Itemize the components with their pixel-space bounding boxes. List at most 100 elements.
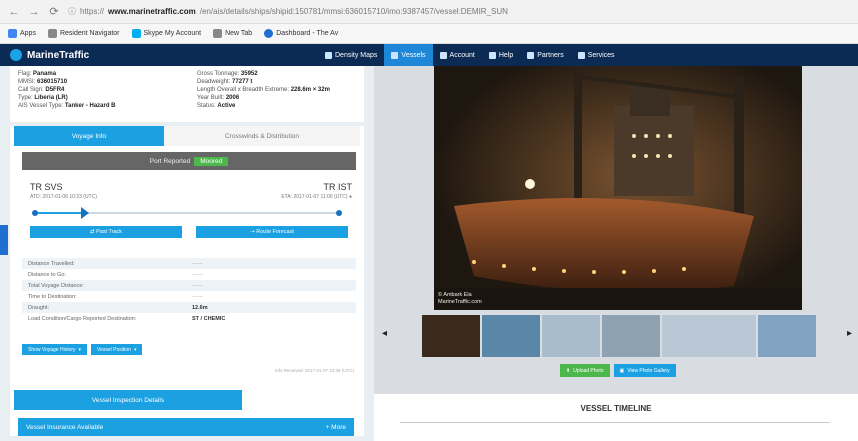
- info-key: AIS Vessel Type:: [18, 103, 64, 109]
- info-value: 2006: [225, 95, 240, 101]
- nav-label: Services: [587, 51, 615, 59]
- partners-icon: [527, 51, 535, 59]
- bookmark-dashboard[interactable]: Dashboard - The Av: [264, 29, 338, 38]
- chevron-down-icon: ▾: [78, 346, 82, 353]
- route-forecast-button[interactable]: ⇢ Route Forecast: [196, 226, 348, 238]
- row-value: ------: [192, 260, 203, 267]
- port-status-bar: Port Reported Moored: [22, 152, 356, 170]
- voyage-details-table: Distance Travelled: ------ Distance to Go…: [22, 258, 356, 324]
- url-prefix: https://: [80, 7, 105, 16]
- info-value: D5FR4: [45, 87, 65, 93]
- insurance-banner[interactable]: Vessel Insurance Available + More: [18, 418, 354, 436]
- logo[interactable]: MarineTraffic: [0, 49, 89, 61]
- photo-thumbnail[interactable]: [482, 315, 540, 357]
- next-photo-icon[interactable]: ▸: [847, 328, 852, 339]
- destination-dot: [336, 210, 342, 216]
- departure-port[interactable]: TR SVS: [30, 182, 63, 192]
- timeline-title: VESSEL TIMELINE: [580, 404, 652, 413]
- nav-services[interactable]: Services: [571, 44, 622, 66]
- inspection-details-banner[interactable]: Vessel Inspection Details: [14, 390, 242, 410]
- particulars-right: Gross Tonnage: 35952 Deadweight: 77277 t…: [197, 70, 356, 118]
- table-row: Total Voyage Distance: ------: [22, 280, 356, 291]
- prev-photo-icon[interactable]: ◂: [382, 328, 387, 339]
- back-icon[interactable]: ←: [8, 6, 20, 18]
- photo-thumbnail[interactable]: [662, 315, 756, 357]
- logo-text: MarineTraffic: [27, 49, 90, 61]
- tab-crosswinds[interactable]: Crosswinds & Distribution: [164, 126, 360, 146]
- bookmarks-bar: Apps Resident Navigator Skype My Account…: [0, 24, 858, 44]
- nav-density-maps[interactable]: Density Maps: [318, 44, 384, 66]
- nav-label: Help: [498, 51, 514, 59]
- table-row: Draught: 12.6m: [22, 302, 356, 313]
- services-icon: [577, 51, 585, 59]
- origin-dot: [32, 210, 38, 216]
- vessel-position-button[interactable]: Vessel Position ▾: [91, 344, 143, 355]
- photo-actions: ⬆ Upload Photo ▣ View Photo Gallery: [560, 364, 676, 377]
- table-row: Load Condition/Cargo Reported Destinatio…: [22, 313, 356, 324]
- more-link[interactable]: + More: [326, 424, 346, 431]
- row-key: Total Voyage Distance:: [28, 282, 84, 289]
- info-key: Type:: [18, 95, 33, 101]
- voyage-history-button[interactable]: Show Voyage History ▾: [22, 344, 88, 355]
- chevron-down-icon: ▾: [133, 346, 137, 353]
- url-path: /en/ais/details/ships/shipid:150781/mmsi…: [199, 7, 508, 16]
- row-key: Load Condition/Cargo Reported Destinatio…: [28, 315, 137, 322]
- address-bar: ← → ⟳ ⓘ https://www.marinetraffic.com/en…: [0, 0, 858, 24]
- row-key: Distance to Go:: [28, 271, 66, 278]
- past-track-button[interactable]: ⇄ Past Track: [30, 226, 182, 238]
- info-row: Length Overall x Breadth Extreme: 228.6m…: [197, 86, 356, 94]
- side-accent: [0, 225, 8, 255]
- photo-thumbnail[interactable]: [602, 315, 660, 357]
- url-field[interactable]: ⓘ https://www.marinetraffic.com/en/ais/d…: [68, 4, 628, 20]
- photo-thumbnail[interactable]: [542, 315, 600, 357]
- info-row: Call Sign: D5FR4: [18, 86, 177, 94]
- table-row: Distance to Go: ------: [22, 269, 356, 280]
- info-value: Tanker - Hazard B: [64, 103, 116, 109]
- nav-label: Density Maps: [335, 51, 378, 59]
- nav-vessels[interactable]: Vessels: [384, 44, 433, 66]
- row-key: Draught:: [28, 304, 50, 311]
- bookmark-resident-navigator[interactable]: Resident Navigator: [47, 29, 120, 38]
- button-label: Upload Photo: [573, 367, 604, 374]
- info-row: Deadweight: 77277 t: [197, 78, 356, 86]
- tab-voyage-info[interactable]: Voyage Info: [14, 126, 164, 146]
- photo-panel: © Ambark Ela MarineTraffic.com ◂ ▸ ⬆ Uplo…: [374, 66, 858, 441]
- photo-gallery-button[interactable]: ▣ View Photo Gallery: [613, 364, 676, 377]
- nav-label: Partners: [537, 51, 564, 59]
- timeline-divider: [400, 422, 830, 423]
- info-key: Length Overall x Breadth Extreme:: [197, 87, 290, 93]
- forward-icon[interactable]: →: [28, 6, 40, 18]
- nav-label: Vessels: [401, 51, 426, 59]
- help-icon: [488, 51, 496, 59]
- info-key: Call Sign:: [18, 87, 44, 93]
- nav-partners[interactable]: Partners: [520, 44, 570, 66]
- button-label: Vessel Position: [97, 346, 131, 353]
- bookmark-apps[interactable]: Apps: [8, 29, 36, 38]
- table-row: Distance Travelled: ------: [22, 258, 356, 269]
- info-value: 636015710: [37, 79, 68, 85]
- ship-position-marker[interactable]: [80, 207, 89, 219]
- info-value: Panama: [33, 71, 57, 77]
- logo-icon: [10, 49, 22, 61]
- button-label: Past Track: [96, 229, 123, 235]
- reload-icon[interactable]: ⟳: [48, 6, 60, 18]
- info-key: Gross Tonnage:: [197, 71, 240, 77]
- nav-account[interactable]: Account: [433, 44, 482, 66]
- info-key: Status:: [197, 103, 216, 109]
- vessel-photo[interactable]: © Ambark Ela MarineTraffic.com: [434, 66, 802, 310]
- info-row: AIS Vessel Type: Tanker - Hazard B: [18, 102, 177, 110]
- bookmark-new-tab[interactable]: New Tab: [213, 29, 252, 38]
- row-key: Distance Travelled:: [28, 260, 75, 267]
- photo-thumbnail[interactable]: [758, 315, 816, 357]
- info-value: 228.6m × 32m: [290, 87, 330, 93]
- photo-thumbnail[interactable]: [422, 315, 480, 357]
- nav-help[interactable]: Help: [482, 44, 520, 66]
- upload-photo-button[interactable]: ⬆ Upload Photo: [560, 364, 610, 377]
- bookmark-skype[interactable]: Skype My Account: [131, 29, 201, 38]
- info-value: 35952: [240, 71, 258, 77]
- button-label: View Photo Gallery: [627, 367, 670, 374]
- arrival-port[interactable]: TR IST: [324, 182, 353, 192]
- nav-label: Account: [449, 51, 475, 59]
- row-value: ST / CHEMIC: [192, 315, 226, 322]
- info-key: Year Built:: [197, 95, 225, 101]
